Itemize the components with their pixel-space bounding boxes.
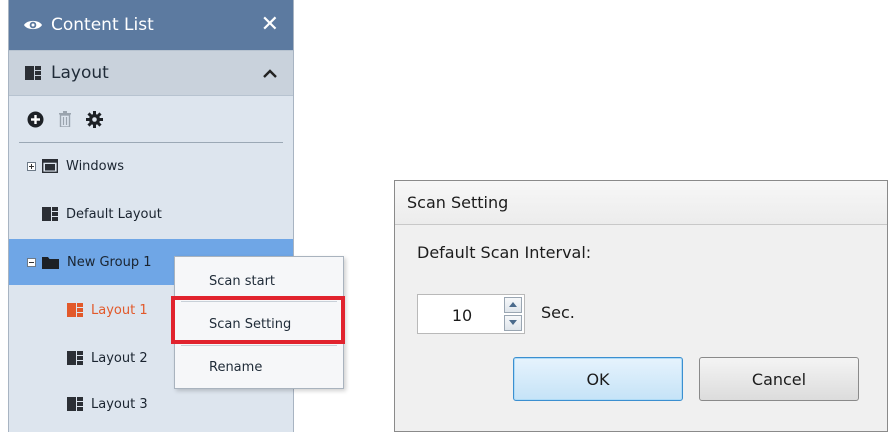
panel-titlebar: Content List ✕ — [9, 0, 293, 50]
tree-item-label: Windows — [66, 158, 125, 174]
menu-item-rename[interactable]: Rename — [175, 347, 343, 387]
scan-setting-dialog: Scan Setting Default Scan Interval: Sec.… — [394, 180, 888, 432]
menu-item-scan-setting[interactable]: Scan Setting — [175, 304, 343, 344]
section-title: Layout — [51, 63, 109, 83]
layout-grid-icon — [42, 207, 58, 221]
chevron-up-icon[interactable] — [263, 68, 277, 78]
window-icon — [42, 159, 58, 173]
layout-section-header[interactable]: Layout — [9, 50, 293, 96]
interval-spinner — [417, 294, 525, 335]
dialog-title: Scan Setting — [395, 181, 887, 225]
layout-grid-icon — [67, 351, 83, 365]
caret-up-icon — [509, 302, 517, 307]
interval-unit: Sec. — [541, 303, 575, 322]
gear-icon[interactable] — [86, 110, 103, 128]
tree-item-windows[interactable]: Windows — [9, 143, 293, 189]
spin-up-button[interactable] — [504, 297, 522, 313]
interval-label: Default Scan Interval: — [417, 243, 592, 262]
collapse-icon[interactable] — [27, 257, 36, 267]
menu-separator — [181, 345, 337, 346]
close-icon[interactable]: ✕ — [261, 14, 279, 36]
interval-input[interactable] — [418, 295, 506, 335]
eye-icon — [24, 20, 42, 30]
layout-grid-icon — [25, 66, 41, 80]
layout-grid-icon — [67, 303, 83, 317]
tree-item-label: Layout 3 — [91, 396, 148, 412]
spin-down-button[interactable] — [504, 315, 522, 331]
layout-grid-icon — [67, 397, 83, 411]
tree-item-default-layout[interactable]: Default Layout — [9, 191, 293, 237]
add-circle-icon[interactable] — [27, 111, 44, 128]
caret-down-icon — [509, 320, 517, 325]
cancel-button[interactable]: Cancel — [699, 357, 859, 401]
tree-item-label: Default Layout — [66, 206, 162, 222]
tree-item-label: Layout 1 — [91, 302, 148, 318]
tree-item-label: Layout 2 — [91, 350, 148, 366]
context-menu: Scan start Scan Setting Rename — [174, 256, 344, 389]
folder-icon — [42, 256, 59, 269]
expand-icon[interactable] — [27, 161, 36, 171]
menu-item-scan-start[interactable]: Scan start — [175, 261, 343, 301]
panel-title: Content List — [51, 15, 154, 35]
panel-toolbar — [9, 96, 293, 142]
tree-item-label: New Group 1 — [67, 254, 152, 270]
ok-button[interactable]: OK — [513, 357, 683, 401]
menu-separator — [181, 301, 337, 302]
trash-icon[interactable] — [58, 111, 72, 127]
